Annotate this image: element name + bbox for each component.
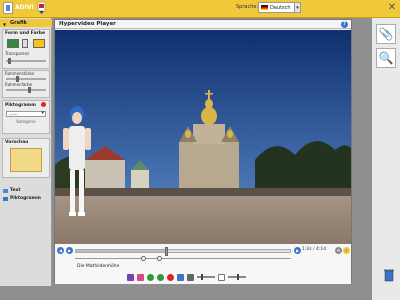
chevron-down-icon[interactable]: ▾ [294, 2, 301, 13]
piktogramm-title: Piktogramm [3, 101, 49, 109]
text-icon [3, 189, 8, 193]
size-slider[interactable] [197, 274, 215, 280]
time-display: 1:2s / 4:14 [302, 247, 327, 252]
collapse-triangle-icon: ▼ [3, 22, 7, 27]
border-color-slider[interactable] [6, 87, 46, 93]
text-link[interactable]: Text [2, 188, 21, 193]
piktogramm-label: Piktogramm [5, 103, 36, 108]
right-dock: 📎 🔍 [372, 18, 400, 300]
vorschau-title: Vorschau [5, 140, 29, 145]
text-tool-icon[interactable] [137, 273, 144, 281]
kategorie-label: Kategorie [16, 119, 36, 124]
text-link-label: Text [10, 188, 21, 193]
video-frame[interactable] [55, 30, 351, 244]
pictogram-icon [3, 197, 8, 201]
form-farbe-title: Form und Farbe [5, 31, 45, 36]
shape-dropdown[interactable] [22, 39, 28, 48]
frame-icon[interactable] [218, 273, 225, 281]
timeline-progress [76, 250, 166, 252]
rahmenstaerke-label: Rahmenstärke [5, 71, 34, 76]
shape-color-swatch[interactable] [7, 39, 19, 48]
hypervideo-player-window: Hypervideo Player ? ◀ ▶ ▶ 1:2s / 4:14 ⚙ … [54, 19, 352, 284]
next-icon[interactable]: ▶ [294, 247, 301, 254]
heraldic-logo-icon [37, 1, 46, 14]
timeline-thumb[interactable] [164, 247, 168, 256]
language-value: Deutsch [270, 4, 291, 11]
transparency-slider[interactable] [6, 58, 46, 64]
paperclip-icon[interactable]: 📎 [376, 24, 396, 44]
pictogram-link-label: Piktogramm [10, 196, 41, 201]
status-bar [0, 286, 372, 300]
preview-box [10, 148, 42, 172]
transparenz-label: Transparenz [5, 51, 30, 56]
pictogram-select[interactable]: ------ [6, 111, 46, 117]
add-icon[interactable] [147, 273, 154, 281]
scene-caption: Die Mathildenhöhe [77, 264, 120, 269]
timeline-track[interactable] [75, 247, 291, 256]
volume-icon[interactable]: ♪ [343, 247, 350, 254]
form-farbe-group: Form und Farbe Transparenz [2, 29, 50, 69]
rahmen-group: Rahmenstärke Rahmenfarbe [2, 70, 50, 98]
search-icon[interactable]: 🔍 [376, 48, 396, 68]
marker-start[interactable] [141, 256, 146, 261]
pictogram-link[interactable]: Piktogramm [2, 196, 41, 201]
app-window-icon [3, 2, 13, 14]
opacity-slider[interactable] [228, 274, 246, 280]
fill-color-swatch[interactable] [33, 39, 45, 48]
marker-track [75, 256, 291, 261]
player-title: Hypervideo Player ? [55, 20, 351, 29]
stop-icon[interactable] [187, 273, 194, 281]
player-controls: ◀ ▶ ▶ 1:2s / 4:14 ⚙ ♪ Die Mathildenhöhe [55, 244, 351, 284]
vorschau-group: Vorschau [2, 138, 50, 178]
video-scene [55, 30, 351, 244]
player-title-text: Hypervideo Player [59, 21, 116, 27]
top-bar: ADIVI Sprache: Deutsch ▾ ✕ [0, 0, 400, 18]
hyperlink-icon[interactable] [127, 273, 134, 281]
prev-icon[interactable]: ◀ [57, 247, 64, 254]
remove-pictogram-icon[interactable] [40, 102, 46, 107]
panel-header-grafik[interactable]: ▼ Grafik [0, 19, 52, 27]
language-label: Sprache: [236, 4, 259, 10]
close-icon[interactable]: ✕ [386, 2, 398, 14]
help-icon[interactable]: ? [341, 21, 348, 28]
panel-header-label: Grafik [10, 20, 27, 26]
play-icon[interactable]: ▶ [66, 247, 73, 254]
settings-icon[interactable]: ⚙ [335, 247, 342, 254]
border-width-slider[interactable] [6, 76, 46, 82]
rahmenfarbe-label: Rahmenfarbe [5, 82, 33, 87]
marker-end[interactable] [157, 256, 162, 261]
german-flag-icon [261, 5, 268, 10]
accept-icon[interactable] [157, 273, 164, 281]
trash-icon[interactable] [383, 268, 395, 282]
piktogramm-group: Piktogramm ------ Kategorie [2, 100, 50, 134]
graphics-panel: ▼ Grafik Form und Farbe Transparenz Rahm… [0, 18, 52, 286]
copy-icon[interactable] [177, 273, 184, 281]
app-title: ADIVI [15, 4, 34, 11]
annotation-toolbar [127, 273, 246, 281]
delete-icon[interactable] [167, 273, 174, 281]
